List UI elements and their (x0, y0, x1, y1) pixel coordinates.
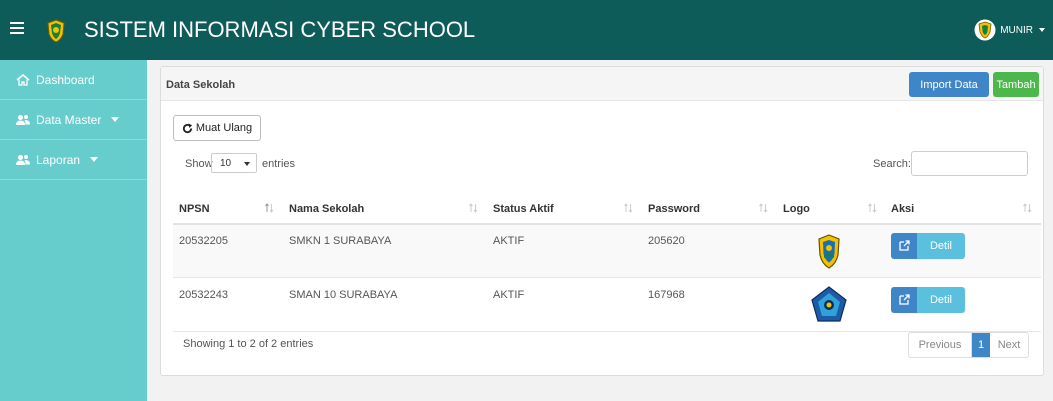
column-header-status-aktif[interactable]: Status Aktif (493, 203, 554, 215)
sidebar-item-label: Dashboard (36, 72, 95, 87)
show-label: Show (185, 158, 213, 170)
sort-icon[interactable] (469, 203, 479, 213)
search-label: Search: (873, 158, 911, 170)
sidebar-item-data-master[interactable]: Data Master (0, 100, 147, 140)
column-header-logo[interactable]: Logo (783, 203, 810, 215)
school-logo-smkn1 (818, 234, 840, 269)
column-header-password[interactable]: Password (648, 203, 700, 215)
sidebar-item-dashboard[interactable]: Dashboard (0, 60, 147, 100)
column-header-aksi[interactable]: Aksi (891, 203, 914, 215)
tambah-button[interactable]: Tambah (993, 72, 1039, 97)
top-navbar: SISTEM INFORMASI CYBER SCHOOL MUNIR (0, 0, 1053, 60)
pagination-page-1[interactable]: 1 (972, 333, 990, 357)
entries-label: entries (262, 158, 296, 170)
entries-value: 10 (220, 157, 232, 169)
user-menu[interactable]: MUNIR (974, 18, 1045, 42)
cell-status-aktif: AKTIF (493, 235, 525, 247)
hamburger-menu-icon[interactable] (10, 22, 24, 36)
cell-password: 205620 (648, 235, 685, 247)
sort-icon[interactable] (1023, 203, 1033, 213)
cell-npsn: 20532205 (179, 235, 228, 247)
column-header-nama-sekolah[interactable]: Nama Sekolah (289, 203, 364, 215)
table-row: 20532205 SMKN 1 SURABAYA AKTIF 205620 De… (173, 225, 1041, 278)
cell-npsn: 20532243 (179, 289, 228, 301)
user-avatar (974, 19, 996, 41)
caret-down-icon (90, 157, 99, 162)
pagination-previous-button[interactable]: Previous (909, 333, 972, 357)
sidebar-item-label: Data Master (36, 112, 102, 127)
detil-button[interactable]: Detil (891, 287, 965, 313)
entries-per-page-select[interactable]: 10 (211, 153, 257, 173)
panel-title: Data Sekolah (166, 79, 236, 91)
caret-down-icon (244, 162, 250, 166)
column-header-npsn[interactable]: NPSN (179, 203, 210, 215)
sidebar-item-laporan[interactable]: Laporan (0, 140, 147, 180)
cell-status-aktif: AKTIF (493, 289, 525, 301)
panel-heading: Data Sekolah Import Data Tambah (161, 67, 1043, 101)
muat-ulang-label: Muat Ulang (195, 122, 253, 134)
user-name: MUNIR (1000, 24, 1033, 36)
pagination: Previous 1 Next (908, 332, 1029, 358)
cell-password: 167968 (648, 289, 685, 301)
data-sekolah-panel: Data Sekolah Import Data Tambah Muat Ula… (160, 66, 1044, 376)
import-data-button[interactable]: Import Data (909, 72, 989, 97)
app-title: SISTEM INFORMASI CYBER SCHOOL (84, 17, 476, 42)
users-icon (16, 114, 30, 125)
east-java-crest-logo (47, 19, 65, 43)
chevron-down-icon (1039, 28, 1045, 32)
detil-label: Detil (917, 233, 965, 259)
sidebar-item-label: Laporan (36, 152, 81, 167)
sort-asc-icon[interactable] (265, 203, 275, 213)
external-link-icon (891, 287, 917, 313)
cell-nama-sekolah: SMAN 10 SURABAYA (289, 289, 398, 301)
table-info: Showing 1 to 2 of 2 entries (183, 338, 314, 350)
table-row: 20532243 SMAN 10 SURABAYA AKTIF 167968 D… (173, 279, 1041, 332)
refresh-icon (182, 122, 192, 133)
sort-icon[interactable] (759, 203, 769, 213)
external-link-icon (891, 233, 917, 259)
muat-ulang-button[interactable]: Muat Ulang (173, 115, 261, 141)
sort-icon[interactable] (624, 203, 634, 213)
detil-button[interactable]: Detil (891, 233, 965, 259)
sort-icon[interactable] (868, 203, 878, 213)
search-input[interactable] (911, 151, 1028, 176)
detil-label: Detil (917, 287, 965, 313)
caret-down-icon (111, 117, 120, 122)
sidebar: Dashboard Data Master Laporan (0, 60, 147, 401)
users-icon (16, 154, 30, 165)
pagination-next-button[interactable]: Next (990, 333, 1028, 357)
school-logo-sman10 (811, 286, 847, 322)
home-icon (16, 73, 30, 86)
cell-nama-sekolah: SMKN 1 SURABAYA (289, 235, 392, 247)
